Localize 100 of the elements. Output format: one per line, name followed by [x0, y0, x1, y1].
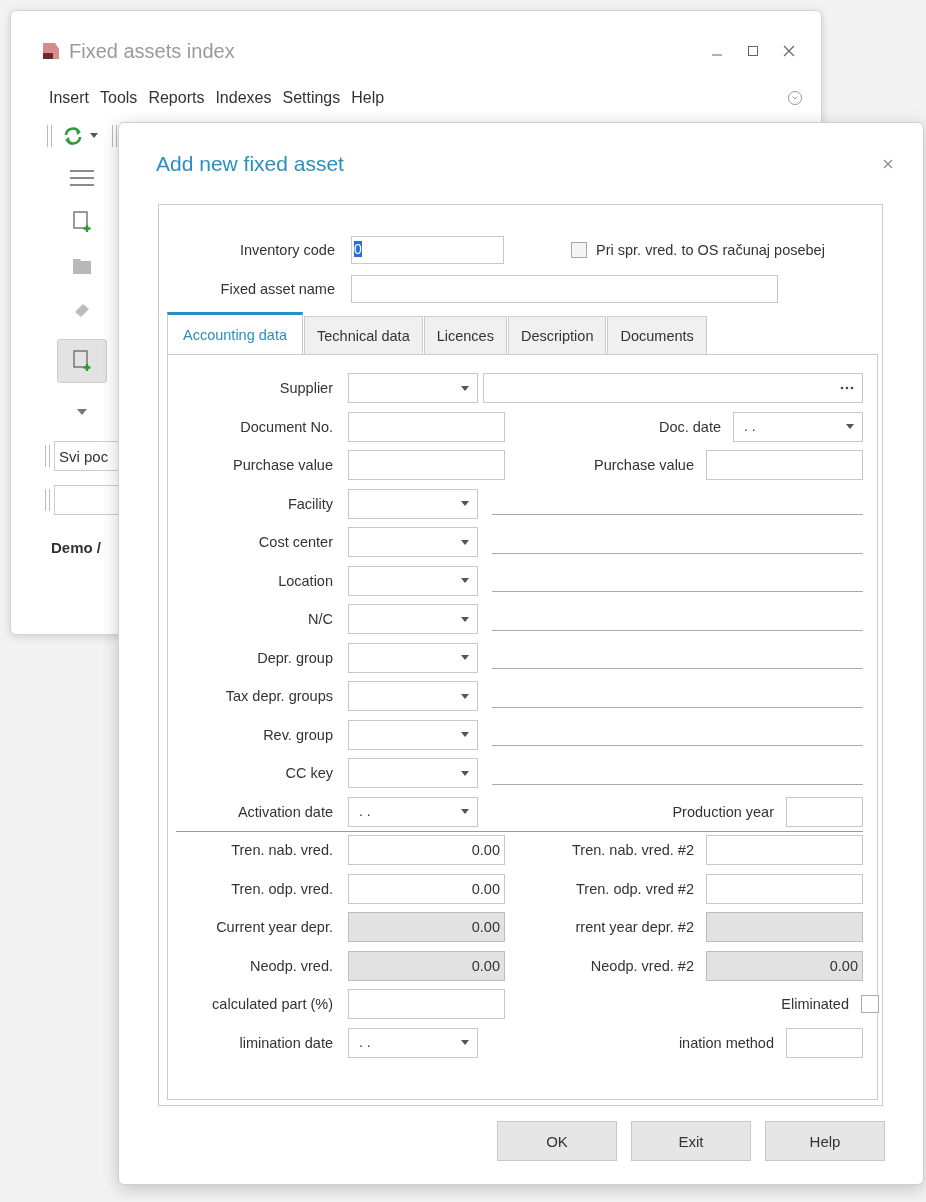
tab[interactable]: Licences — [423, 316, 507, 354]
caret-icon — [461, 770, 469, 776]
caret-icon — [461, 616, 469, 622]
menu-item[interactable]: Help — [351, 89, 385, 107]
field-label: Eliminated — [781, 996, 849, 1012]
field-label: Purchase value — [594, 457, 694, 473]
tab[interactable]: Documents — [607, 316, 707, 354]
new-document-icon[interactable] — [73, 350, 91, 372]
field-label: Tren. nab. vred. #2 — [572, 842, 694, 858]
field-label: Facility — [286, 495, 333, 512]
tab[interactable]: Description — [507, 316, 607, 354]
field-label: Current year depr. — [215, 919, 333, 935]
dialog-button[interactable]: Exit — [631, 1121, 751, 1161]
caret-icon — [461, 501, 469, 506]
dropdown[interactable] — [348, 604, 478, 634]
status-text: Demo / — [51, 539, 101, 556]
date-picker[interactable]: . . — [348, 1027, 478, 1058]
field-label: Neodp. vred. — [248, 957, 333, 974]
field-label: Tren. odp. vred. — [230, 880, 333, 897]
input-field[interactable] — [706, 873, 863, 904]
field-label: Tax depr. groups — [224, 688, 333, 704]
checkbox[interactable] — [861, 995, 879, 1013]
field-label: limination date — [238, 1034, 333, 1051]
asset-name-field[interactable] — [351, 275, 778, 303]
field-label: Activation date — [236, 803, 333, 820]
dropdown[interactable] — [348, 719, 478, 750]
field-label: Doc. date — [658, 418, 721, 435]
field-label: N/C — [307, 611, 333, 627]
window-title: Fixed assets index — [69, 39, 235, 63]
menu-item[interactable]: Reports — [148, 89, 205, 107]
field-label: Production year — [672, 803, 774, 820]
menu-icon[interactable] — [70, 170, 94, 186]
caret-icon — [461, 1040, 469, 1045]
supplier-lookup-field[interactable] — [483, 373, 863, 403]
menu-item[interactable]: Settings — [282, 89, 341, 107]
input-field[interactable]: 0.00 — [348, 835, 505, 865]
date-picker[interactable]: . . — [733, 411, 863, 442]
caret-icon[interactable] — [77, 409, 87, 415]
input-field[interactable] — [706, 450, 863, 480]
new-document-icon[interactable] — [73, 211, 91, 233]
menu-item[interactable]: Insert — [49, 89, 89, 107]
caret-icon — [461, 732, 469, 737]
dropdown[interactable] — [348, 642, 478, 673]
tool-button[interactable] — [57, 339, 107, 383]
close-icon[interactable] — [783, 45, 795, 57]
maximize-icon[interactable] — [747, 45, 759, 57]
dropdown[interactable] — [348, 758, 478, 788]
close-icon[interactable] — [883, 159, 893, 169]
menu-item[interactable]: Indexes — [215, 89, 272, 107]
supplier-dropdown[interactable] — [348, 373, 478, 403]
input-field[interactable] — [786, 1027, 863, 1058]
caret-icon — [461, 578, 469, 583]
field-label: Rev. group — [262, 726, 333, 743]
more-icon[interactable] — [840, 386, 854, 390]
app-logo-icon — [41, 41, 61, 61]
field-label: Purchase value — [232, 457, 333, 473]
checkbox-label: Pri spr. vred. to OS računaj posebej — [596, 242, 825, 258]
field-label: Depr. group — [256, 649, 333, 666]
caret-icon[interactable] — [90, 133, 98, 139]
date-picker[interactable]: . . — [348, 796, 478, 827]
input-field[interactable] — [786, 796, 863, 827]
dialog-title: Add new fixed asset — [156, 152, 344, 176]
folder-icon[interactable] — [73, 258, 91, 274]
tab[interactable]: Accounting data — [167, 312, 303, 354]
field-label: Neodp. vred. #2 — [590, 957, 694, 974]
caret-icon — [461, 655, 469, 660]
dialog-button[interactable]: OK — [497, 1121, 617, 1161]
field-label: Location — [277, 572, 333, 589]
caret-icon — [461, 809, 469, 814]
dropdown[interactable] — [348, 488, 478, 519]
checkbox[interactable] — [571, 242, 587, 258]
field-label: CC key — [284, 765, 333, 781]
input-field[interactable] — [348, 989, 505, 1019]
input-field[interactable]: 0.00 — [348, 873, 505, 904]
field-label: Supplier — [278, 380, 333, 396]
field-label: rrent year depr. #2 — [575, 919, 694, 935]
dropdown[interactable] — [348, 681, 478, 711]
menu-item[interactable]: Tools — [100, 89, 138, 107]
field-label: Tren. odp. vred #2 — [576, 880, 694, 897]
field-label: ination method — [678, 1034, 774, 1051]
tab[interactable]: Technical data — [304, 316, 423, 354]
eraser-icon[interactable] — [73, 302, 91, 318]
input-field[interactable] — [706, 835, 863, 865]
field-label: calculated part (%) — [211, 996, 333, 1012]
dropdown[interactable] — [348, 527, 478, 557]
field-label: Tren. nab. vred. — [230, 842, 333, 858]
field-label: Fixed asset name — [219, 281, 335, 297]
refresh-icon[interactable] — [62, 126, 84, 146]
input-field[interactable] — [348, 411, 505, 442]
field-label: Document No. — [239, 418, 333, 435]
dialog-button[interactable]: Help — [765, 1121, 885, 1161]
collapse-icon[interactable] — [787, 90, 803, 106]
caret-icon — [846, 424, 854, 429]
caret-icon — [461, 539, 469, 545]
input-field[interactable] — [348, 450, 505, 480]
caret-icon — [461, 385, 469, 391]
caret-icon — [461, 693, 469, 699]
inventory-code-field[interactable]: 0 — [351, 236, 504, 264]
field-label: Inventory code — [238, 242, 335, 258]
dropdown[interactable] — [348, 565, 478, 596]
